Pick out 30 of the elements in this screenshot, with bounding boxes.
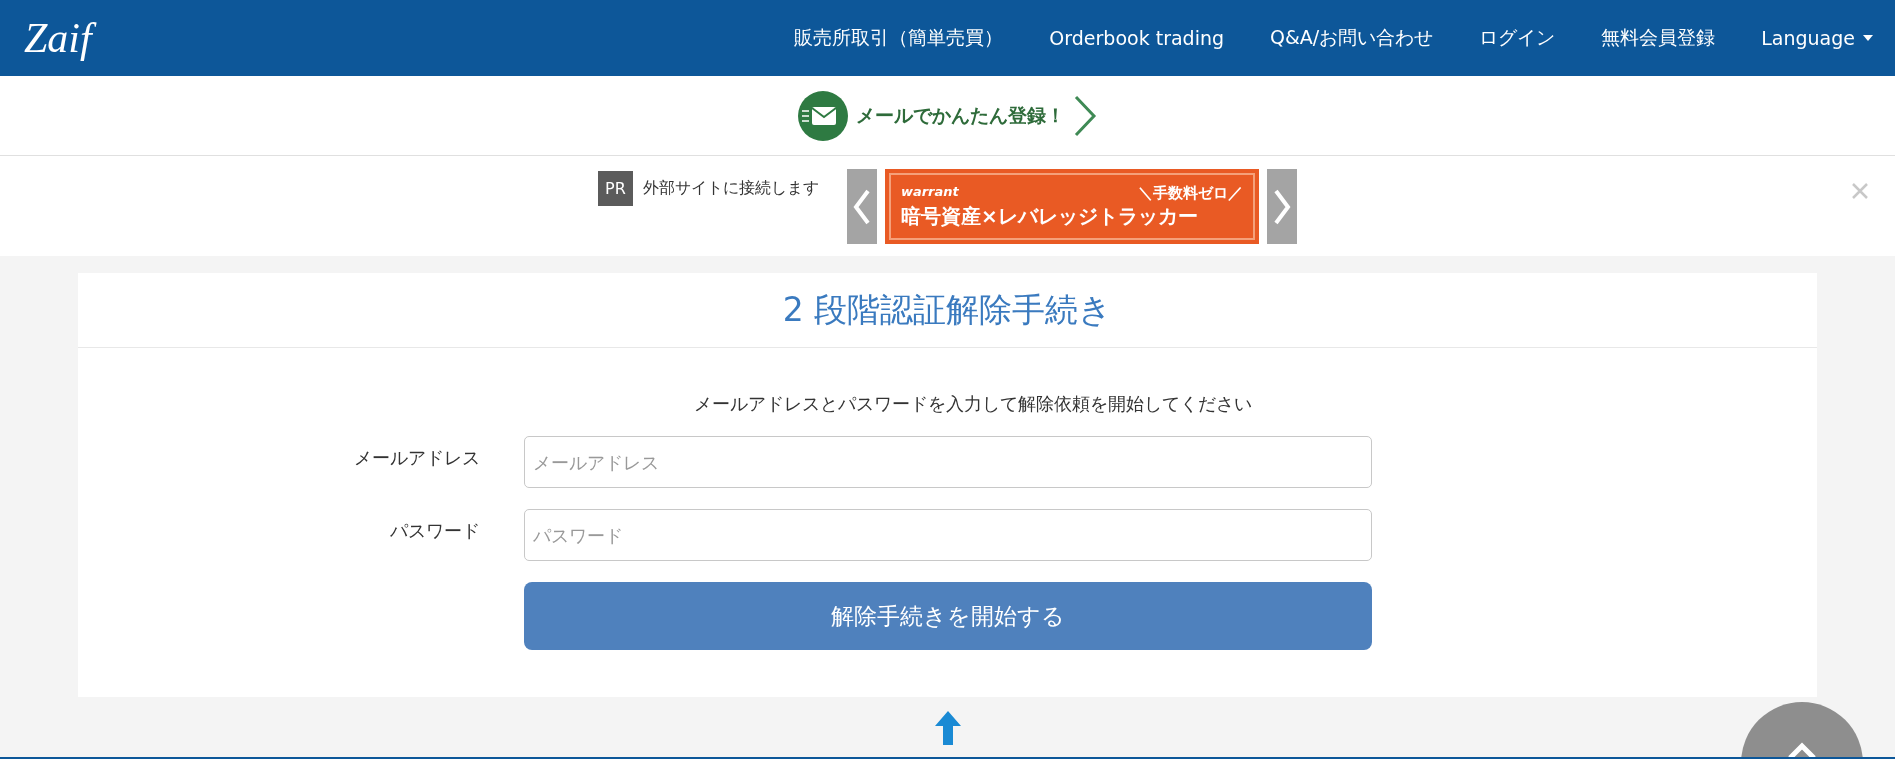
input-field[interactable]: パスワード [524, 509, 1372, 561]
email-signup-link[interactable]: メールでかんたん登録！ [798, 90, 1097, 141]
field-label: メールアドレス [353, 446, 480, 470]
submit-button[interactable]: 解除手続きを開始する [524, 582, 1372, 650]
envelope-icon [798, 90, 848, 141]
carousel-next-button[interactable] [1266, 169, 1297, 244]
instruction-text: メールアドレスとパスワードを入力して解除依頼を開始してください [692, 392, 1253, 416]
advertisement-banner[interactable]: warrant ＼手数料ゼロ／ 暗号資産×レバレッジトラッカー [884, 169, 1259, 244]
nav-link[interactable]: Orderbook trading [1049, 27, 1225, 49]
brand-name: warrant [900, 184, 959, 201]
chevron-right-icon [1073, 94, 1097, 137]
page-title: 2 段階認証解除手続き [78, 273, 1817, 348]
nav-link[interactable]: Q&A/お問い合わせ [1270, 25, 1434, 51]
caret-icon [1863, 35, 1873, 41]
field-label: パスワード [389, 519, 480, 543]
up-arrow-icon[interactable] [934, 711, 961, 745]
chevron-right-icon [1272, 188, 1291, 225]
pr-badge: PR [598, 171, 633, 206]
chevron-left-icon [852, 188, 871, 225]
close-icon[interactable] [1851, 182, 1869, 200]
ad-headline: 暗号資産×レバレッジトラッカー [900, 203, 1199, 229]
input-field[interactable]: メールアドレス [524, 436, 1372, 488]
nav-link[interactable]: Language [1761, 27, 1873, 49]
ad-tagline: ＼手数料ゼロ／ [1137, 184, 1243, 203]
nav-link[interactable]: ログイン [1479, 25, 1556, 51]
nav-link[interactable]: 販売所取引（簡単売買） [794, 25, 1004, 51]
nav-link[interactable]: 無料会員登録 [1601, 25, 1716, 51]
carousel-previous-button[interactable] [846, 169, 877, 244]
external-site-notice: 外部サイトに接続します [642, 178, 819, 199]
site-logo[interactable]: Zaif [22, 11, 100, 65]
